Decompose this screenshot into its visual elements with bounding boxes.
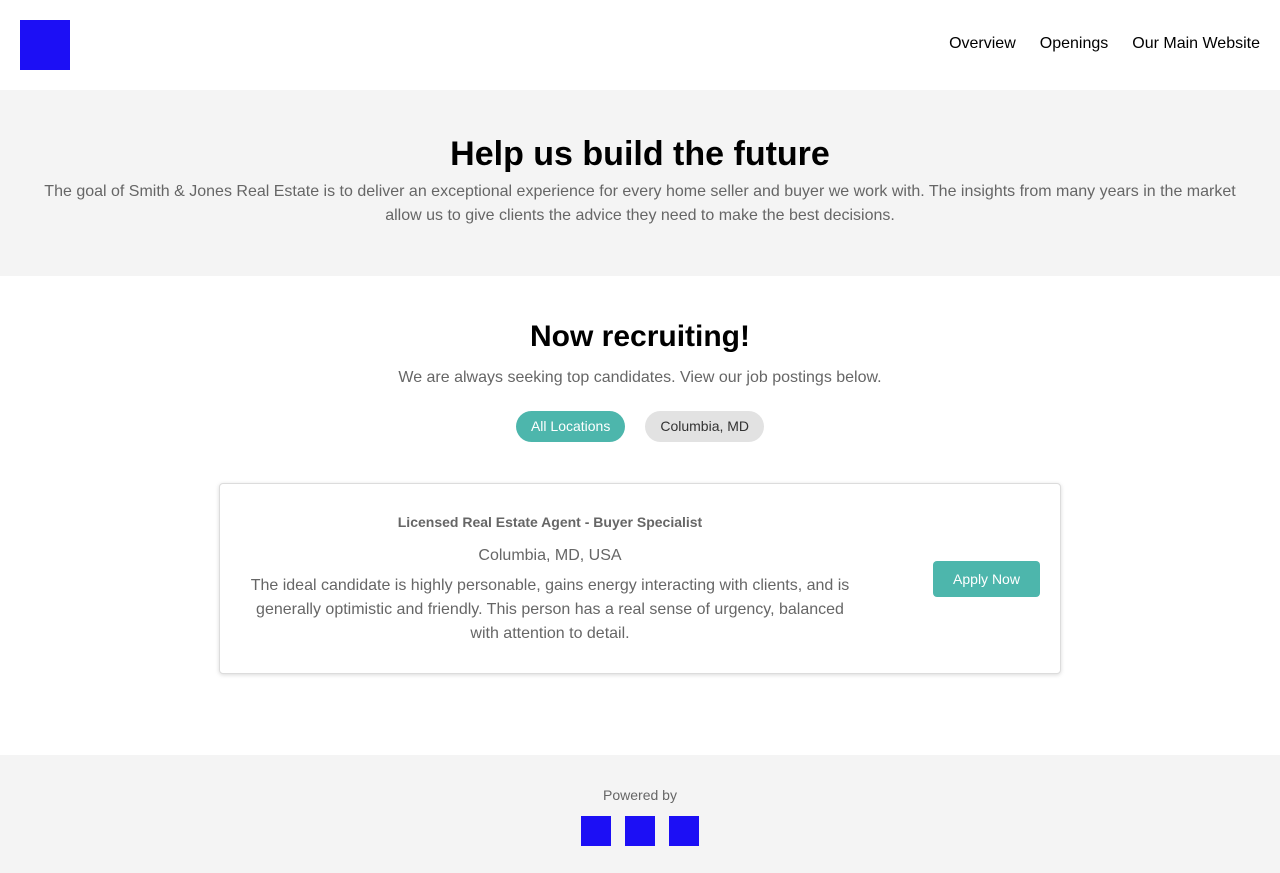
- nav-overview-link[interactable]: Overview: [949, 34, 1016, 54]
- recruiting-section: Now recruiting! We are always seeking to…: [0, 276, 1280, 442]
- hero-section: Help us build the future The goal of Smi…: [0, 90, 1280, 276]
- filter-all-locations[interactable]: All Locations: [515, 411, 626, 442]
- recruiting-subtitle: We are always seeking top candidates. Vi…: [398, 369, 882, 386]
- top-nav: Overview Openings Our Main Website: [949, 34, 1260, 54]
- job-card: Licensed Real Estate Agent - Buyer Speci…: [219, 483, 1061, 674]
- powered-by-label: Powered by: [603, 787, 677, 803]
- job-card-body: Licensed Real Estate Agent - Buyer Speci…: [240, 512, 860, 646]
- hero-description: The goal of Smith & Jones Real Estate is…: [44, 183, 1236, 224]
- site-footer: Powered by: [0, 755, 1280, 873]
- partner-logos: [0, 816, 1280, 846]
- partner-logo[interactable]: [669, 816, 699, 846]
- nav-main-website-link[interactable]: Our Main Website: [1132, 34, 1260, 54]
- apply-now-button[interactable]: Apply Now: [933, 561, 1040, 597]
- site-header: Overview Openings Our Main Website: [0, 0, 1280, 90]
- partner-logo[interactable]: [625, 816, 655, 846]
- job-location: Columbia, MD, USA: [478, 547, 622, 564]
- hero-title: Help us build the future: [450, 135, 830, 173]
- recruiting-title: Now recruiting!: [529, 320, 750, 353]
- filter-columbia-md[interactable]: Columbia, MD: [645, 411, 765, 442]
- company-logo[interactable]: [20, 20, 70, 70]
- partner-logo[interactable]: [581, 816, 611, 846]
- job-description: The ideal candidate is highly personable…: [250, 577, 850, 642]
- location-filters: All Locations Columbia, MD: [0, 411, 1280, 442]
- job-title[interactable]: Licensed Real Estate Agent - Buyer Speci…: [240, 512, 860, 532]
- nav-openings-link[interactable]: Openings: [1040, 34, 1109, 54]
